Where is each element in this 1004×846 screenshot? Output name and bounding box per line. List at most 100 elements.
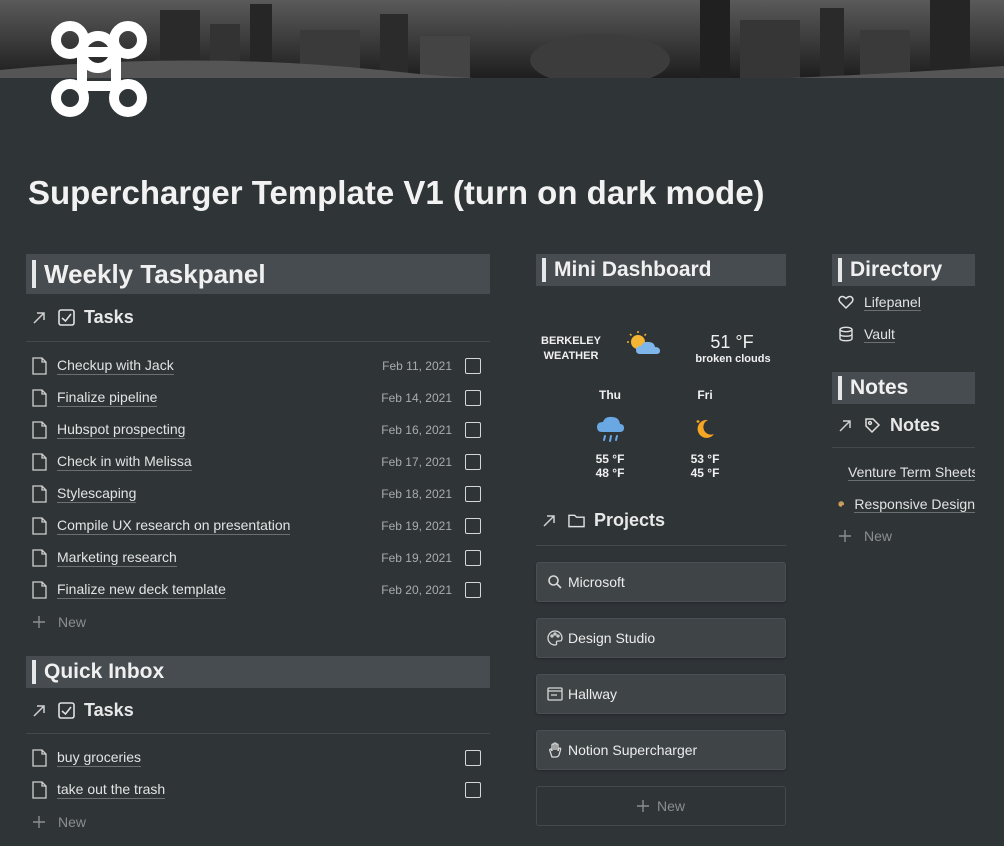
view-label[interactable]: Tasks <box>84 307 134 328</box>
task-checkbox[interactable] <box>465 358 481 374</box>
task-name[interactable]: Checkup with Jack <box>57 357 174 375</box>
task-name[interactable]: Stylescaping <box>57 485 137 503</box>
task-checkbox[interactable] <box>465 782 481 798</box>
task-row[interactable]: Check in with Melissa Feb 17, 2021 <box>26 446 490 478</box>
document-icon <box>32 781 47 799</box>
section-title: Directory <box>850 258 943 281</box>
view-label[interactable]: Notes <box>890 415 940 436</box>
directory-item-name[interactable]: Vault <box>864 326 895 343</box>
project-name[interactable]: Microsoft <box>568 574 625 590</box>
document-icon <box>32 549 47 567</box>
task-name[interactable]: buy groceries <box>57 749 142 767</box>
task-name[interactable]: Finalize pipeline <box>57 389 158 407</box>
project-name[interactable]: Design Studio <box>568 630 655 646</box>
new-note-button[interactable]: New <box>832 520 975 552</box>
palette-icon <box>547 630 563 646</box>
new-label[interactable]: New <box>657 798 685 814</box>
link-arrow-icon[interactable] <box>542 514 556 528</box>
task-checkbox[interactable] <box>465 750 481 766</box>
forecast-low: 48 °F <box>595 466 625 480</box>
task-row[interactable]: Stylescaping Feb 18, 2021 <box>26 478 490 510</box>
task-row[interactable]: Finalize new deck template Feb 20, 2021 <box>26 574 490 606</box>
note-name[interactable]: Venture Term Sheets <box>848 464 975 481</box>
tasks-view-header[interactable]: Tasks <box>26 688 490 734</box>
task-row[interactable]: Marketing research Feb 19, 2021 <box>26 542 490 574</box>
projects-gallery: Microsoft Design Studio Hallway Notion S… <box>536 562 786 770</box>
project-card[interactable]: Notion Supercharger <box>536 730 786 770</box>
heading-bar <box>32 260 36 288</box>
task-checkbox[interactable] <box>465 486 481 502</box>
note-item[interactable]: Responsive Design <box>832 488 975 520</box>
task-date: Feb 11, 2021 <box>382 359 452 373</box>
command-key-icon[interactable] <box>50 20 148 118</box>
new-label[interactable]: New <box>58 814 86 830</box>
heart-icon <box>838 295 854 310</box>
directory-item[interactable]: Lifepanel <box>832 286 975 318</box>
task-checkbox[interactable] <box>465 582 481 598</box>
pen-icon <box>865 418 881 434</box>
new-task-button[interactable]: New <box>26 806 490 838</box>
left-column: Weekly Taskpanel Tasks Checkup with Jack… <box>26 254 490 838</box>
folder-icon <box>568 514 585 528</box>
task-checkbox[interactable] <box>465 390 481 406</box>
view-label[interactable]: Tasks <box>84 700 134 721</box>
project-card[interactable]: Design Studio <box>536 618 786 658</box>
section-title: Mini Dashboard <box>554 258 712 281</box>
checkbox-icon <box>58 702 75 719</box>
forecast-low: 45 °F <box>690 466 720 480</box>
view-label[interactable]: Projects <box>594 510 665 531</box>
current-desc: broken clouds <box>695 353 771 365</box>
note-name[interactable]: Responsive Design <box>854 496 975 513</box>
task-date: Feb 19, 2021 <box>381 519 452 533</box>
new-task-button[interactable]: New <box>26 606 490 638</box>
notes-view-header[interactable]: Notes <box>832 404 975 448</box>
plus-icon <box>33 616 45 628</box>
task-checkbox[interactable] <box>465 422 481 438</box>
directory-list: Lifepanel Vault <box>832 286 975 350</box>
task-date: Feb 14, 2021 <box>381 391 452 405</box>
task-row[interactable]: buy groceries <box>26 742 490 774</box>
rain-cloud-icon <box>597 416 624 442</box>
project-name[interactable]: Hallway <box>568 686 617 702</box>
project-name[interactable]: Notion Supercharger <box>568 742 697 758</box>
document-icon <box>32 453 47 471</box>
new-project-button[interactable]: New <box>536 786 786 826</box>
directory-heading: Directory <box>832 254 975 286</box>
section-title: Notes <box>850 376 909 399</box>
quick-inbox-heading: Quick Inbox <box>26 656 490 688</box>
city-line-1: BERKELEY <box>541 335 601 347</box>
directory-item-name[interactable]: Lifepanel <box>864 294 921 311</box>
directory-item[interactable]: Vault <box>832 318 975 350</box>
task-row[interactable]: Finalize pipeline Feb 14, 2021 <box>26 382 490 414</box>
project-card[interactable]: Microsoft <box>536 562 786 602</box>
task-name[interactable]: Hubspot prospecting <box>57 421 186 439</box>
weather-widget[interactable]: BERKELEY WEATHER 51 °F broken clouds Thu… <box>536 286 786 480</box>
projects-view-header[interactable]: Projects <box>536 496 786 546</box>
partly-cloudy-icon <box>627 331 660 354</box>
task-checkbox[interactable] <box>465 518 481 534</box>
task-name[interactable]: Finalize new deck template <box>57 581 226 599</box>
new-label[interactable]: New <box>864 528 892 544</box>
task-row[interactable]: Hubspot prospecting Feb 16, 2021 <box>26 414 490 446</box>
note-item[interactable]: Venture Term Sheets <box>832 456 975 488</box>
tasks-view-header[interactable]: Tasks <box>26 294 490 342</box>
project-card[interactable]: Hallway <box>536 674 786 714</box>
task-row[interactable]: take out the trash <box>26 774 490 806</box>
link-arrow-icon[interactable] <box>32 311 46 325</box>
search-icon <box>548 575 562 589</box>
new-label[interactable]: New <box>58 614 86 630</box>
hand-icon <box>549 742 562 758</box>
task-checkbox[interactable] <box>465 454 481 470</box>
task-name[interactable]: Marketing research <box>57 549 177 567</box>
task-checkbox[interactable] <box>465 550 481 566</box>
page-title: Supercharger Template V1 (turn on dark m… <box>28 174 765 211</box>
task-name[interactable]: take out the trash <box>57 781 166 799</box>
link-arrow-icon[interactable] <box>32 704 46 718</box>
task-name[interactable]: Check in with Melissa <box>57 453 192 471</box>
task-name[interactable]: Compile UX research on presentation <box>57 517 291 535</box>
task-row[interactable]: Checkup with Jack Feb 11, 2021 <box>26 350 490 382</box>
link-arrow-icon[interactable] <box>838 419 852 433</box>
document-icon <box>32 581 47 599</box>
task-row[interactable]: Compile UX research on presentation Feb … <box>26 510 490 542</box>
plus-icon <box>33 816 45 828</box>
